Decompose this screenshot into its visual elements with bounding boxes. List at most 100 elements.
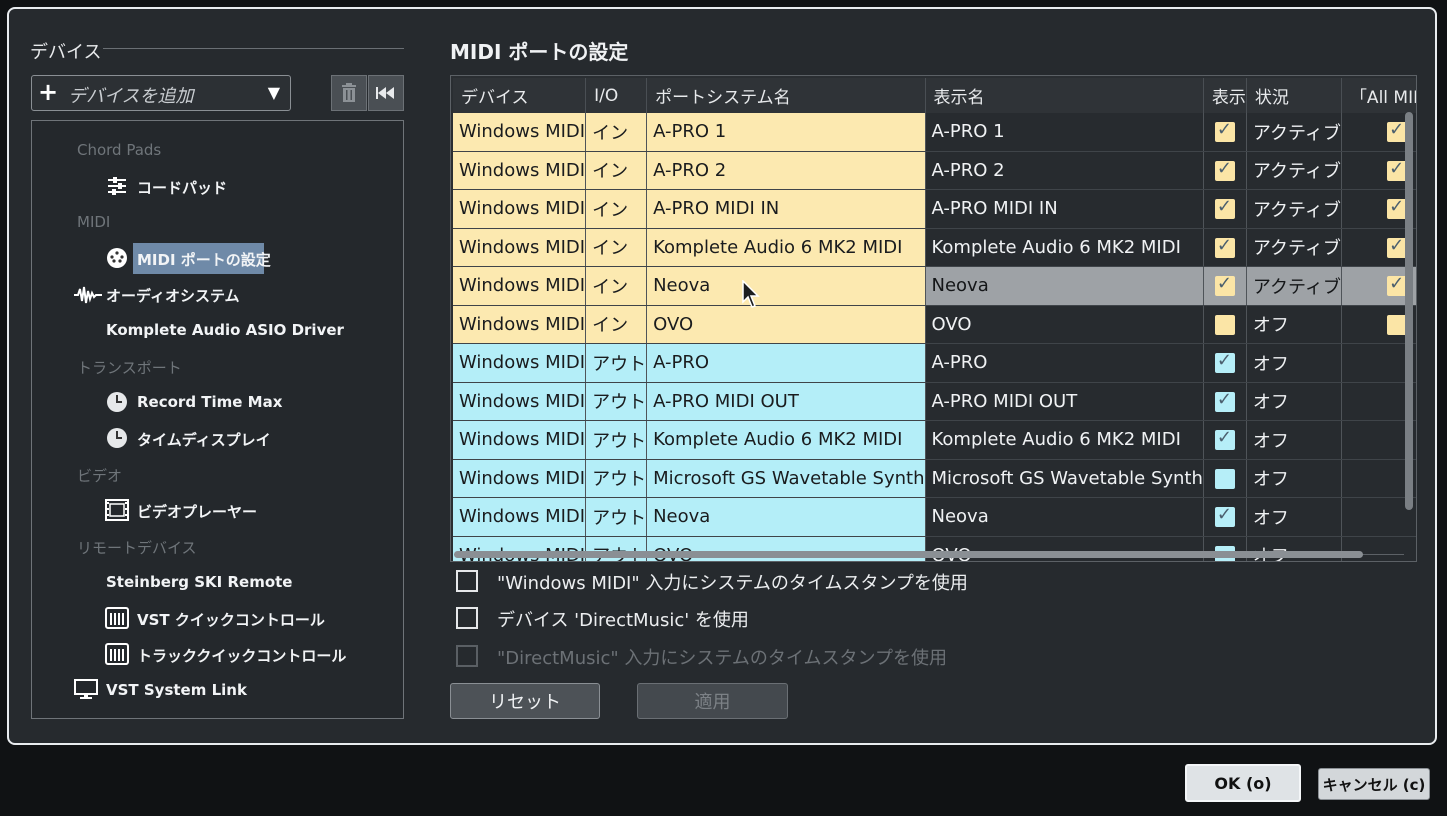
tree-category-transport: トランスポート [77,359,182,377]
column-header-status[interactable]: 状況 [1246,78,1342,113]
option-label: "Windows MIDI" 入力にシステムのタイムスタンプを使用 [497,573,968,594]
visible-checkbox[interactable]: ✓ [1214,427,1235,451]
cell-visible: ✓ [1203,382,1247,421]
add-device-dropdown[interactable]: + デバイスを追加 ▼ [31,75,291,111]
clock-icon [106,391,128,413]
tree-item-chord-pads[interactable]: コードパッド [137,177,227,198]
cell-display-name[interactable]: OVO [925,536,1204,561]
checkbox[interactable] [456,607,478,629]
cell-display-name[interactable]: Komplete Audio 6 MK2 MIDI [925,420,1204,460]
table-row[interactable]: Windows MIDI イン Neova Neova ✓ アクティブ ✓ [453,266,1416,306]
table-row[interactable]: Windows MIDI アウト A-PRO A-PRO ✓ オフ [453,343,1416,383]
table-row[interactable]: Windows MIDIアウトOVOOVOオフ [453,536,1416,561]
add-device-label: デバイスを追加 [68,86,194,107]
cell-port-name: A-PRO 1 [646,113,926,152]
cell-display-name[interactable]: Komplete Audio 6 MK2 MIDI [925,228,1204,267]
table-row[interactable]: Windows MIDI アウト Neova Neova ✓ オフ [453,497,1416,537]
visible-checkbox[interactable]: ✓ [1214,350,1235,374]
cancel-button[interactable]: キャンセル (c) [1318,768,1430,800]
cell-display-name[interactable]: A-PRO [925,343,1204,383]
cell-display-name[interactable]: A-PRO 2 [925,151,1204,190]
visible-checkbox[interactable]: ✓ [1214,504,1235,528]
trash-icon [342,83,356,102]
cell-port-name: Neova [646,266,926,306]
reset-button[interactable]: リセット [450,683,600,719]
cell-visible: ✓ [1203,113,1247,152]
cell-visible: ✓ [1203,266,1247,306]
cell-port-name: Microsoft GS Wavetable Synth [646,459,926,498]
tree-item-steinberg-ski[interactable]: Steinberg SKI Remote [106,573,292,591]
ok-button[interactable]: OK (o) [1185,764,1301,802]
column-header-visible[interactable]: 表示 [1203,78,1247,113]
cell-io: アウト [585,420,648,460]
cell-status: オフ [1246,420,1342,460]
option-label: デバイス 'DirectMusic' を使用 [497,610,749,631]
cell-visible [1203,459,1247,498]
vertical-scrollbar[interactable] [1405,112,1413,510]
table-row[interactable]: Windows MIDI イン A-PRO MIDI IN A-PRO MIDI IN… [453,189,1416,229]
horizontal-scrollbar[interactable] [454,551,1363,558]
checkmark-icon: ✓ [1216,119,1232,141]
cell-port-name: OVO [646,536,926,561]
visible-checkbox[interactable]: ✓ [1214,119,1235,143]
cell-status: アクティブ [1246,228,1342,267]
cell-device: Windows MIDI [453,343,587,383]
cell-visible [1203,536,1247,561]
cell-visible: ✓ [1203,151,1247,190]
cell-display-name[interactable]: A-PRO 1 [925,113,1204,152]
column-header-port-system-name[interactable]: ポートシステム名 [646,78,926,113]
cell-device: Windows MIDI [453,151,587,190]
table-row[interactable]: Windows MIDI アウト A-PRO MIDI OUT A-PRO MIDI … [453,382,1416,421]
checkmark-icon: ✓ [1389,234,1405,256]
table-row[interactable]: Windows MIDI イン OVO OVO オフ [453,305,1416,344]
cell-device: Windows MIDI [453,420,587,460]
cell-display-name[interactable]: Microsoft GS Wavetable Synth [925,459,1204,498]
tree-category-video: ビデオ [77,467,123,485]
cell-io: イン [585,305,648,344]
visible-checkbox[interactable] [1214,468,1235,489]
cell-display-name[interactable]: OVO [925,305,1204,344]
cell-display-name[interactable]: Neova [925,497,1204,537]
visible-checkbox[interactable]: ✓ [1214,235,1235,258]
visible-checkbox[interactable]: ✓ [1214,389,1235,412]
midi-port-table: デバイス I/O ポートシステム名 表示名 表示 状況 「All MIDI In… [450,75,1417,562]
cell-status: オフ [1246,459,1342,498]
reset-device-button[interactable] [368,75,404,111]
cell-display-name[interactable]: A-PRO MIDI OUT [925,382,1204,421]
tree-item-vst-system-link[interactable]: VST System Link [106,681,247,699]
cell-port-name: OVO [646,305,926,344]
tree-item-time-display[interactable]: タイムディスプレイ [137,429,271,450]
column-header-display-name[interactable]: 表示名 [925,78,1204,113]
table-row[interactable]: Windows MIDI イン A-PRO 1 A-PRO 1 ✓ アクティブ ✓ [453,113,1416,152]
tree-item-komplete-asio[interactable]: Komplete Audio ASIO Driver [106,321,344,339]
table-row[interactable]: Windows MIDI アウト Microsoft GS Wavetable Sy… [453,459,1416,498]
column-header-all-midi-in[interactable]: 「All MIDI In [1341,78,1416,113]
tree-item-video-player[interactable]: ビデオプレーヤー [137,501,257,522]
delete-device-button[interactable] [331,75,367,111]
table-row[interactable]: Windows MIDI イン Komplete Audio 6 MK2 MIDI K… [453,228,1416,267]
checkmark-icon: ✓ [1216,196,1232,218]
table-row[interactable]: Windows MIDI イン A-PRO 2 A-PRO 2 ✓ アクティブ ✓ [453,151,1416,190]
cell-display-name[interactable]: Neova [925,266,1204,306]
tree-item-vst-quick-controls[interactable]: VST クイックコントロール [137,609,325,630]
cell-display-name[interactable]: A-PRO MIDI IN [925,189,1204,229]
visible-checkbox[interactable]: ✓ [1214,158,1235,181]
cell-visible [1203,305,1247,344]
tree-item-track-quick-controls[interactable]: トラッククイックコントロール [137,645,346,666]
cell-port-name: A-PRO 2 [646,151,926,190]
table-row[interactable]: Windows MIDI アウト Komplete Audio 6 MK2 MIDI… [453,420,1416,460]
column-header-device[interactable]: デバイス [453,78,587,113]
visible-checkbox[interactable] [1214,314,1235,335]
cell-device: Windows MIDI [453,459,587,498]
checkbox[interactable] [456,570,478,592]
tree-item-midi-port-settings[interactable]: MIDI ポートの設定 [137,249,271,270]
visible-checkbox[interactable]: ✓ [1214,273,1235,297]
apply-button[interactable]: 適用 [637,683,788,719]
tree-item-audio-system[interactable]: オーディオシステム [106,285,240,306]
visible-checkbox[interactable]: ✓ [1214,196,1235,220]
cell-io: イン [585,113,648,152]
column-header-io[interactable]: I/O [585,78,648,113]
cell-port-name: Komplete Audio 6 MK2 MIDI [646,420,926,460]
cell-visible: ✓ [1203,497,1247,537]
tree-item-record-time-max[interactable]: Record Time Max [137,393,282,411]
